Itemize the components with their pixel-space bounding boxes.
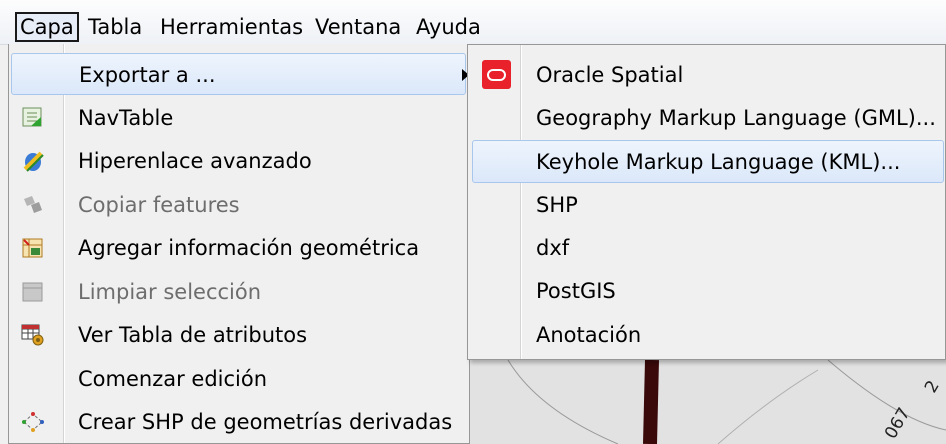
menu-item-hiperenlace[interactable]: Hiperenlace avanzado — [11, 140, 466, 182]
attribute-table-icon — [21, 323, 45, 347]
menu-item-label: Crear SHP de geometrías derivadas — [78, 410, 453, 434]
export-shp[interactable]: SHP — [472, 184, 944, 227]
map-road — [643, 360, 659, 444]
map-label: 067 — [881, 404, 915, 442]
export-gml[interactable]: Geography Markup Language (GML)... — [472, 97, 944, 140]
menu-item-label: Geography Markup Language (GML)... — [536, 106, 936, 130]
menu-item-label: Ver Tabla de atributos — [78, 323, 308, 347]
clear-selection-icon — [21, 280, 45, 304]
menu-item-label: Anotación — [536, 323, 642, 347]
menu-item-label: dxf — [536, 236, 570, 260]
derived-geometry-icon — [21, 410, 45, 434]
menu-item-label: Keyhole Markup Language (KML)... — [536, 150, 901, 174]
menu-item-crear-shp-derivadas[interactable]: Crear SHP de geometrías derivadas — [11, 401, 466, 443]
navtable-icon — [21, 106, 45, 130]
map-contour — [507, 360, 619, 444]
export-dxf[interactable]: dxf — [472, 227, 944, 270]
menu-item-label: Copiar features — [78, 193, 240, 217]
map-contour — [717, 369, 819, 444]
menu-item-label: Limpiar selección — [78, 280, 262, 304]
menubar: Capa Tabla Herramientas Ventana Ayuda — [0, 0, 946, 45]
export-anotacion[interactable]: Anotación — [472, 314, 944, 357]
menu-item-ver-tabla-atributos[interactable]: Ver Tabla de atributos — [11, 314, 466, 356]
menu-item-copiar-features[interactable]: Copiar features — [11, 184, 466, 226]
add-geometry-info-icon — [21, 236, 45, 260]
menu-ayuda[interactable]: Ayuda — [413, 12, 484, 42]
export-oracle-spatial[interactable]: Oracle Spatial — [472, 54, 944, 97]
menu-item-navtable[interactable]: NavTable — [11, 97, 466, 139]
export-submenu: Oracle Spatial Geography Markup Language… — [467, 44, 946, 360]
menu-item-label: Oracle Spatial — [536, 63, 684, 87]
map-contour — [827, 360, 946, 431]
export-postgis[interactable]: PostGIS — [472, 270, 944, 313]
map-drawing: 067 2 — [507, 360, 946, 444]
menu-ventana[interactable]: Ventana — [312, 12, 404, 42]
menu-item-limpiar-seleccion[interactable]: Limpiar selección — [11, 271, 466, 313]
hyperlink-icon — [21, 149, 45, 173]
menu-item-label: PostGIS — [536, 279, 616, 303]
menu-item-label: Exportar a ... — [79, 63, 216, 87]
menu-item-label: SHP — [536, 193, 578, 217]
menu-item-label: Hiperenlace avanzado — [78, 149, 312, 173]
copy-features-icon — [21, 193, 45, 217]
menu-capa[interactable]: Capa — [15, 12, 79, 42]
menu-tabla[interactable]: Tabla — [85, 12, 145, 42]
capa-menu: Exportar a ... NavTable Hiperenlace avan… — [8, 44, 470, 444]
map-label: 2 — [921, 377, 944, 396]
menu-item-label: Comenzar edición — [78, 367, 268, 391]
menu-item-agregar-info-geometrica[interactable]: Agregar información geométrica — [11, 227, 466, 269]
menu-item-label: NavTable — [78, 106, 174, 130]
menu-item-comenzar-edicion[interactable]: Comenzar edición — [11, 358, 466, 400]
map-canvas[interactable]: 067 2 — [468, 360, 946, 444]
menu-herramientas[interactable]: Herramientas — [157, 12, 306, 42]
menu-item-exportar[interactable]: Exportar a ... — [11, 53, 469, 95]
export-kml[interactable]: Keyhole Markup Language (KML)... — [472, 140, 944, 183]
menu-item-label: Agregar información geométrica — [78, 236, 420, 260]
oracle-icon — [482, 60, 511, 89]
